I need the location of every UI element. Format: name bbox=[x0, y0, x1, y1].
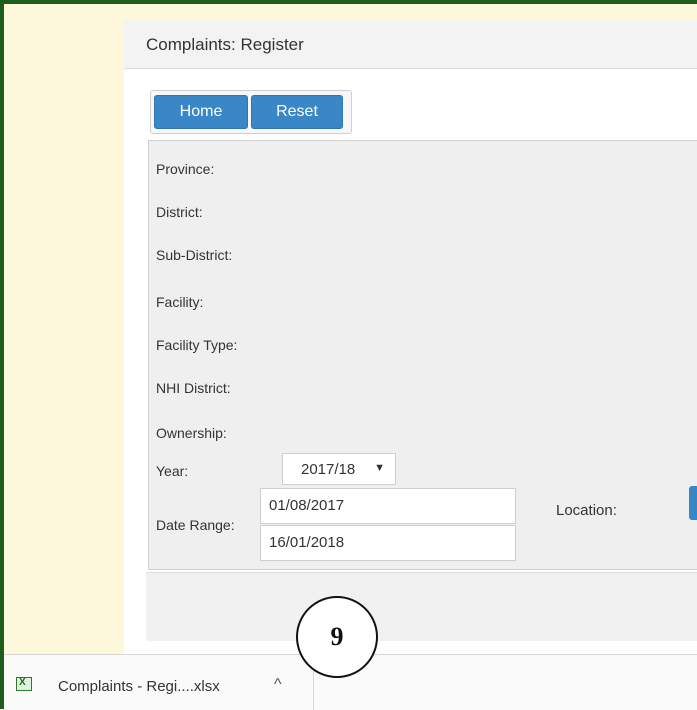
facility-type-label: Facility Type: bbox=[156, 337, 238, 353]
ownership-label: Ownership: bbox=[156, 425, 227, 441]
dropdown-arrow-icon: ▼ bbox=[374, 462, 385, 474]
callout-number: 9 bbox=[296, 596, 378, 678]
toolbar: Home Reset bbox=[150, 90, 352, 134]
year-value: 2017/18 bbox=[301, 460, 356, 478]
filter-panel: Province: District: Sub-District: Facili… bbox=[148, 140, 697, 570]
location-button[interactable] bbox=[689, 486, 697, 520]
district-label: District: bbox=[156, 204, 203, 220]
left-strip bbox=[4, 4, 124, 654]
excel-file-icon bbox=[16, 677, 32, 691]
date-to-input[interactable]: 16/01/2018 bbox=[260, 525, 516, 561]
download-filename: Complaints - Regi....xlsx bbox=[58, 678, 220, 695]
year-select[interactable]: 2017/18 ▼ bbox=[282, 453, 396, 485]
chevron-up-icon[interactable]: ^ bbox=[274, 676, 282, 694]
date-from-input[interactable]: 01/08/2017 bbox=[260, 488, 516, 524]
year-label: Year: bbox=[156, 463, 189, 479]
download-item[interactable]: Complaints - Regi....xlsx ^ bbox=[4, 655, 314, 710]
province-label: Province: bbox=[156, 161, 215, 177]
panel-header: Complaints: Register bbox=[124, 20, 697, 69]
reset-button[interactable]: Reset bbox=[251, 95, 343, 129]
location-label: Location: bbox=[556, 502, 617, 519]
date-range-label: Date Range: bbox=[156, 517, 235, 533]
complaints-register-panel: Complaints: Register Home Reset Province… bbox=[124, 20, 697, 654]
panel-footer bbox=[146, 572, 697, 641]
page-title: Complaints: Register bbox=[146, 35, 304, 54]
facility-label: Facility: bbox=[156, 294, 204, 310]
sub-district-label: Sub-District: bbox=[156, 247, 233, 263]
nhi-district-label: NHI District: bbox=[156, 380, 231, 396]
home-button[interactable]: Home bbox=[154, 95, 248, 129]
